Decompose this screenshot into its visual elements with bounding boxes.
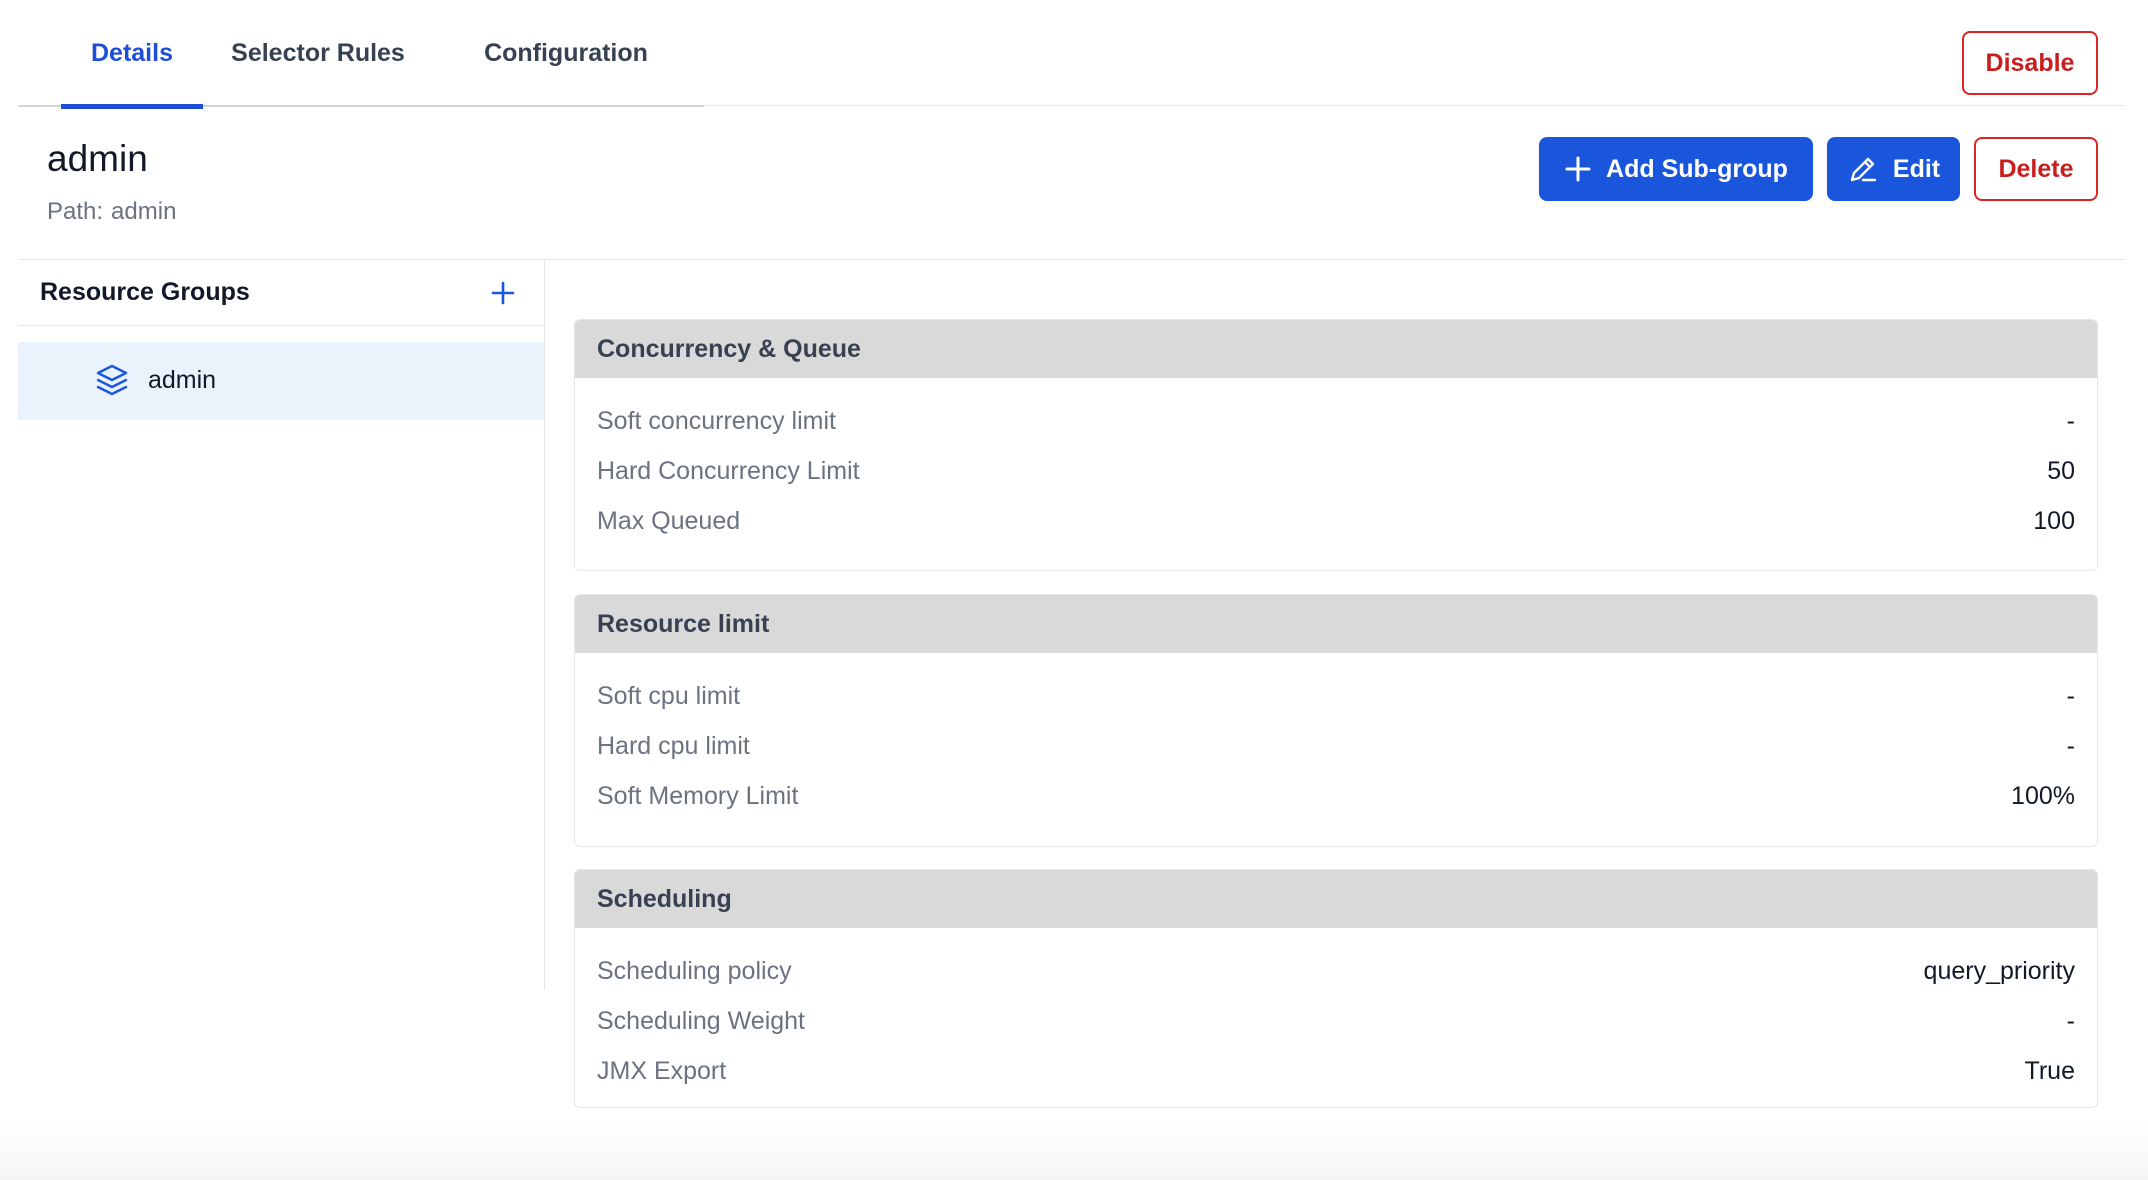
pencil-icon xyxy=(1847,153,1879,185)
kv-label: Soft cpu limit xyxy=(597,681,741,710)
kv-row: Hard Concurrency Limit 50 xyxy=(597,446,2075,496)
delete-button-label: Delete xyxy=(1998,154,2074,183)
kv-value: - xyxy=(2066,1006,2075,1035)
section-header: Scheduling xyxy=(575,870,2097,928)
kv-row: JMX Export True xyxy=(597,1046,2075,1096)
sidebar-item-admin[interactable]: admin xyxy=(18,342,544,420)
kv-label: Scheduling policy xyxy=(597,956,792,985)
add-subgroup-button[interactable]: Add Sub-group xyxy=(1539,137,1813,201)
page-title: admin xyxy=(47,138,148,179)
kv-row: Scheduling Weight - xyxy=(597,996,2075,1046)
path-value: admin xyxy=(111,198,177,225)
concurrency-queue-card: Concurrency & Queue Soft concurrency lim… xyxy=(574,319,2098,571)
kv-row: Max Queued 100 xyxy=(597,496,2075,546)
kv-row: Soft cpu limit - xyxy=(597,671,2075,721)
section-body: Scheduling policy query_priority Schedul… xyxy=(575,928,2097,1096)
kv-value: - xyxy=(2066,681,2075,710)
layers-icon xyxy=(94,362,130,398)
tab-details[interactable]: Details xyxy=(61,0,203,109)
kv-value: 100% xyxy=(2011,781,2075,810)
path-label: Path: xyxy=(47,198,104,225)
kv-row: Soft concurrency limit - xyxy=(597,396,2075,446)
kv-value: - xyxy=(2066,406,2075,435)
kv-label: Scheduling Weight xyxy=(597,1006,806,1035)
section-body: Soft cpu limit - Hard cpu limit - Soft M… xyxy=(575,653,2097,821)
disable-button[interactable]: Disable xyxy=(1962,31,2098,95)
plus-icon xyxy=(488,281,518,312)
tab-divider xyxy=(704,105,2124,106)
kv-value: - xyxy=(2066,731,2075,760)
kv-value: 50 xyxy=(2047,456,2075,485)
kv-value: query_priority xyxy=(1923,956,2075,985)
tab-selector-rules[interactable]: Selector Rules xyxy=(218,0,418,107)
kv-label: Soft concurrency limit xyxy=(597,406,836,435)
bottom-shade xyxy=(0,1120,2148,1180)
add-subgroup-label: Add Sub-group xyxy=(1606,154,1788,183)
kv-row: Soft Memory Limit 100% xyxy=(597,771,2075,821)
sidebar-title: Resource Groups xyxy=(40,278,250,306)
scheduling-card: Scheduling Scheduling policy query_prior… xyxy=(574,869,2098,1108)
kv-label: Hard Concurrency Limit xyxy=(597,456,860,485)
resource-groups-sidebar: Resource Groups admin xyxy=(18,260,545,990)
sidebar-item-label: admin xyxy=(148,366,217,394)
kv-value: True xyxy=(2024,1056,2075,1085)
edit-button-label: Edit xyxy=(1892,154,1941,183)
disable-button-label: Disable xyxy=(1985,48,2075,77)
tab-configuration[interactable]: Configuration xyxy=(448,0,684,107)
tab-bar: Details Selector Rules Configuration xyxy=(18,0,704,109)
plus-icon xyxy=(1564,155,1592,183)
kv-label: JMX Export xyxy=(597,1056,727,1085)
add-resource-group-button[interactable] xyxy=(488,278,518,308)
sidebar-header: Resource Groups xyxy=(18,260,544,326)
group-path: Path: admin xyxy=(47,198,176,226)
kv-label: Soft Memory Limit xyxy=(597,781,799,810)
section-header: Concurrency & Queue xyxy=(575,320,2097,378)
kv-label: Hard cpu limit xyxy=(597,731,750,760)
kv-row: Scheduling policy query_priority xyxy=(597,946,2075,996)
delete-button[interactable]: Delete xyxy=(1974,137,2098,201)
kv-value: 100 xyxy=(2033,506,2075,535)
edit-button[interactable]: Edit xyxy=(1827,137,1960,201)
resource-limit-card: Resource limit Soft cpu limit - Hard cpu… xyxy=(574,594,2098,847)
resource-group-details-page: Details Selector Rules Configuration Dis… xyxy=(0,0,2148,1180)
kv-row: Hard cpu limit - xyxy=(597,721,2075,771)
section-body: Soft concurrency limit - Hard Concurrenc… xyxy=(575,378,2097,546)
kv-label: Max Queued xyxy=(597,506,741,535)
section-header: Resource limit xyxy=(575,595,2097,653)
